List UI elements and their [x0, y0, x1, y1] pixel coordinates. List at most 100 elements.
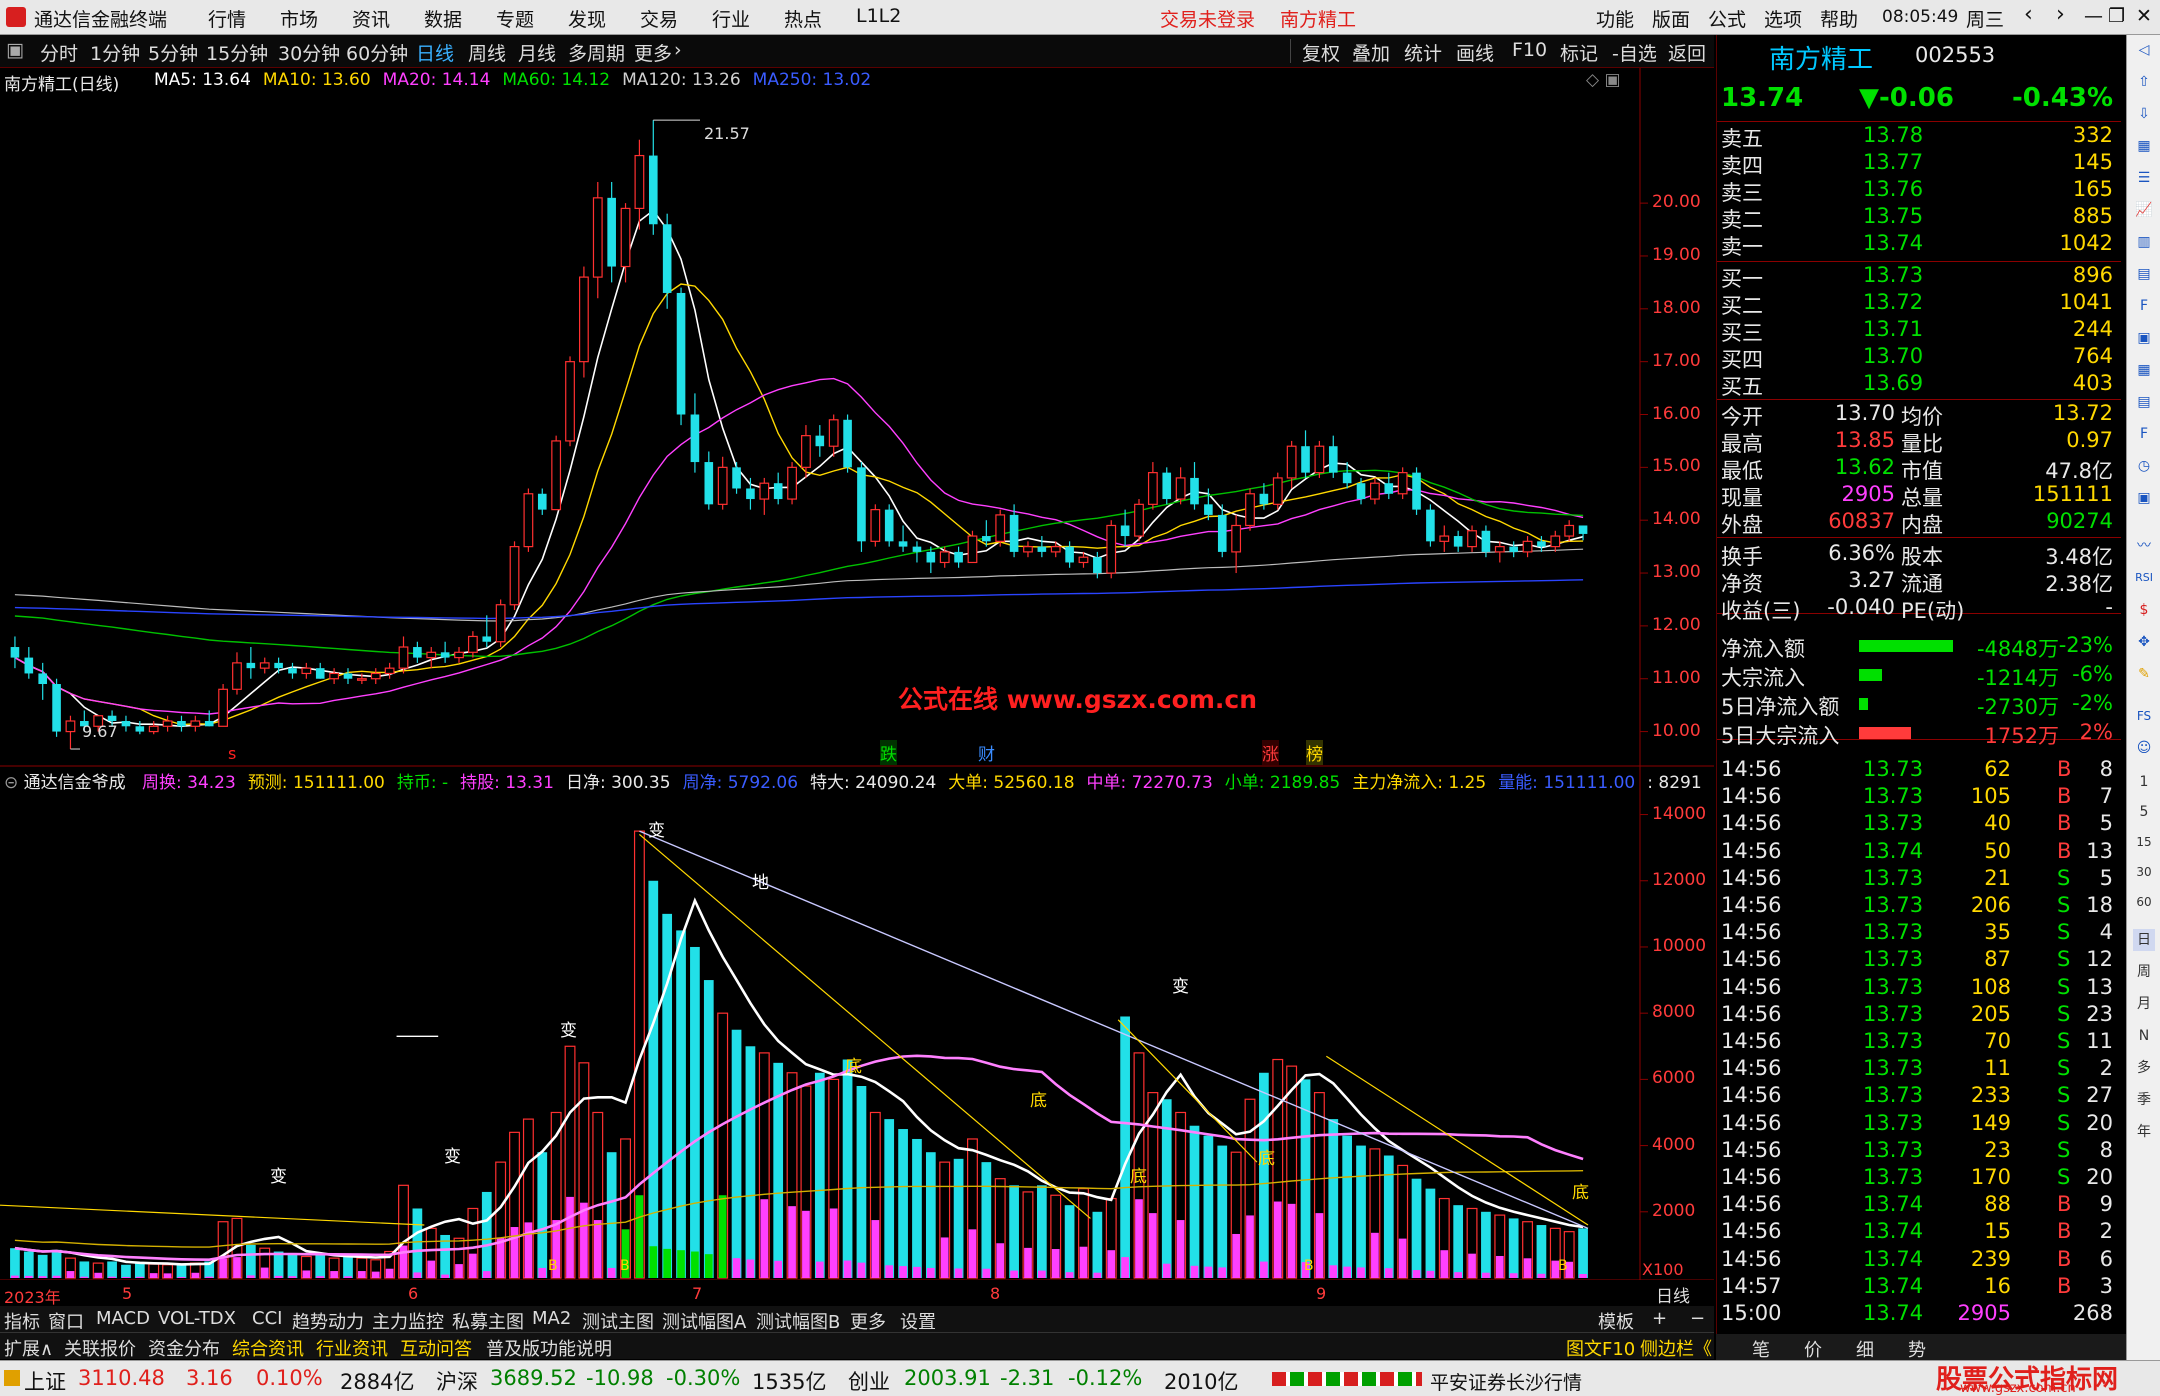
hs-label[interactable]: 沪深: [436, 1366, 478, 1396]
period-tab-weekly[interactable]: 周线: [468, 39, 506, 66]
period-tab-30min[interactable]: 30分钟: [278, 39, 340, 66]
period-week-icon[interactable]: 周: [2133, 961, 2155, 983]
chat-icon[interactable]: ☺: [2133, 737, 2155, 759]
period-day-icon[interactable]: 日: [2133, 929, 2155, 951]
tool-biaoji[interactable]: 标记: [1560, 39, 1598, 66]
indicator-tab-10[interactable]: 测试幅图A: [662, 1308, 746, 1334]
window-icon[interactable]: ▣: [2133, 327, 2155, 349]
quote-tab-1[interactable]: 价: [1804, 1336, 1822, 1362]
kline-icon[interactable]: ▥: [2133, 231, 2155, 253]
indicator-tab-3[interactable]: VOL-TDX: [158, 1308, 236, 1329]
period-multi-icon[interactable]: 多: [2133, 1057, 2155, 1079]
quote-tab-0[interactable]: 笔: [1752, 1336, 1770, 1362]
tool-diejia[interactable]: 叠加: [1352, 39, 1390, 66]
close-icon[interactable]: ✕: [2136, 5, 2152, 27]
indicator-tab-11[interactable]: 测试幅图B: [756, 1308, 840, 1334]
event-mark-cai[interactable]: 财: [978, 740, 995, 765]
period-tab-1min[interactable]: 1分钟: [90, 39, 140, 66]
table-icon[interactable]: ▤: [2133, 263, 2155, 285]
menu-item-shuju[interactable]: 数据: [424, 5, 462, 32]
rsi-icon[interactable]: RSI: [2133, 567, 2155, 589]
menu-item-hangqing[interactable]: 行情: [208, 5, 246, 32]
menu-item-jiaoyi[interactable]: 交易: [640, 5, 678, 32]
indicator-tab-9[interactable]: 测试主图: [582, 1308, 654, 1334]
extension-tab-2[interactable]: 资金分布: [148, 1335, 220, 1361]
menu-item-zixun[interactable]: 资讯: [352, 5, 390, 32]
tool-huaxian[interactable]: 画线: [1456, 39, 1494, 66]
indicator-tab-2[interactable]: MACD: [96, 1308, 150, 1329]
menu-item-faxian[interactable]: 发现: [568, 5, 606, 32]
chart-settings-icon[interactable]: ◇ ▣: [1586, 70, 1621, 90]
dollar-icon[interactable]: $: [2133, 599, 2155, 621]
event-mark-bang[interactable]: 榜: [1306, 740, 1323, 765]
indicator-tab-7[interactable]: 私募主图: [452, 1308, 524, 1334]
down-icon[interactable]: ⇩: [2133, 103, 2155, 125]
indicator-tab-13[interactable]: 设置: [900, 1308, 936, 1334]
tool-zixuan[interactable]: -自选: [1612, 39, 1657, 66]
indicator-tab-12[interactable]: 更多: [850, 1308, 886, 1334]
menu-item-shichang[interactable]: 市场: [280, 5, 318, 32]
tool-fanhui[interactable]: 返回: [1668, 39, 1706, 66]
period-tab-daily[interactable]: 日线: [416, 39, 454, 66]
period-season-icon[interactable]: 季: [2133, 1089, 2155, 1111]
period-tab-more[interactable]: 更多: [634, 39, 672, 66]
kline-chart-svg[interactable]: [0, 68, 1714, 1280]
period-tab-5min[interactable]: 5分钟: [148, 39, 198, 66]
forward-arrow-icon[interactable]: ›: [2056, 2, 2065, 27]
period-month-icon[interactable]: 月: [2133, 993, 2155, 1015]
wave-icon[interactable]: 〰: [2133, 535, 2155, 557]
tool-tongji[interactable]: 统计: [1404, 39, 1442, 66]
period-tab-60min[interactable]: 60分钟: [346, 39, 408, 66]
fs-icon[interactable]: FS: [2133, 705, 2155, 727]
extension-tab-4[interactable]: 行业资讯: [316, 1335, 388, 1361]
indicator-tab-0[interactable]: 指标: [4, 1308, 40, 1334]
grid-icon[interactable]: ▦: [2133, 135, 2155, 157]
tool-fuquan[interactable]: 复权: [1302, 39, 1340, 66]
sub-chart-collapse-icon[interactable]: ⊝: [4, 773, 18, 793]
event-mark-die[interactable]: 跌: [880, 740, 897, 765]
quote-tab-2[interactable]: 细: [1856, 1336, 1874, 1362]
tool-f10[interactable]: F10: [1512, 39, 1547, 61]
extension-tab-1[interactable]: 关联报价: [64, 1335, 136, 1361]
tabs1-right-2[interactable]: −: [1690, 1308, 1705, 1329]
extension-tab-6[interactable]: 普及版功能说明: [486, 1335, 612, 1361]
collapse-icon[interactable]: ◁: [2133, 39, 2155, 61]
doc-icon[interactable]: ▣: [2133, 487, 2155, 509]
period-tab-fenshi[interactable]: 分时: [40, 39, 78, 66]
menu-item-banmian[interactable]: 版面: [1652, 5, 1690, 32]
fin-icon[interactable]: F: [2133, 295, 2155, 317]
menu-item-gongshi[interactable]: 公式: [1708, 5, 1746, 32]
period-15-icon[interactable]: 15: [2133, 831, 2155, 853]
calendar-icon[interactable]: ▦: [2133, 359, 2155, 381]
indicator-tab-4[interactable]: CCI: [252, 1308, 282, 1329]
tabs1-right-1[interactable]: +: [1652, 1308, 1667, 1329]
extension-tab-5[interactable]: 互动问答: [400, 1335, 472, 1361]
cy-label[interactable]: 创业: [848, 1366, 890, 1396]
period-n-icon[interactable]: N: [2133, 1025, 2155, 1047]
restore-icon[interactable]: ❐: [2108, 5, 2125, 27]
menu-item-bangzhu[interactable]: 帮助: [1820, 5, 1858, 32]
status-icon[interactable]: [4, 1370, 20, 1386]
more-chevron-icon[interactable]: ›: [674, 39, 682, 61]
sh-label[interactable]: 上证: [24, 1366, 66, 1396]
up-icon[interactable]: ⇧: [2133, 71, 2155, 93]
menu-item-l1l2[interactable]: L1L2: [856, 5, 901, 27]
back-arrow-icon[interactable]: ‹: [2024, 2, 2033, 27]
indicator-tab-8[interactable]: MA2: [532, 1308, 571, 1329]
minimize-icon[interactable]: —: [2084, 5, 2103, 27]
menu-item-redian[interactable]: 热点: [784, 5, 822, 32]
line-chart-icon[interactable]: 📈: [2133, 199, 2155, 221]
f-icon[interactable]: F: [2133, 423, 2155, 445]
indicator-tab-1[interactable]: 窗口: [48, 1308, 84, 1334]
period-year-icon[interactable]: 年: [2133, 1121, 2155, 1143]
login-status[interactable]: 交易未登录: [1160, 5, 1255, 32]
period-30-icon[interactable]: 30: [2133, 861, 2155, 883]
indicator-tab-5[interactable]: 趋势动力: [292, 1308, 364, 1334]
chart-area[interactable]: 南方精工(日线) MA5: 13.64 MA10: 13.60 MA20: 14.1…: [0, 68, 1714, 1307]
list-icon[interactable]: ☰: [2133, 167, 2155, 189]
menu-item-hangye[interactable]: 行业: [712, 5, 750, 32]
period-5-icon[interactable]: 5: [2133, 801, 2155, 823]
tuwen-f10-tab[interactable]: 图文F10: [1566, 1335, 1635, 1361]
period-tab-multi[interactable]: 多周期: [568, 39, 625, 66]
pen-icon[interactable]: ✎: [2133, 663, 2155, 685]
